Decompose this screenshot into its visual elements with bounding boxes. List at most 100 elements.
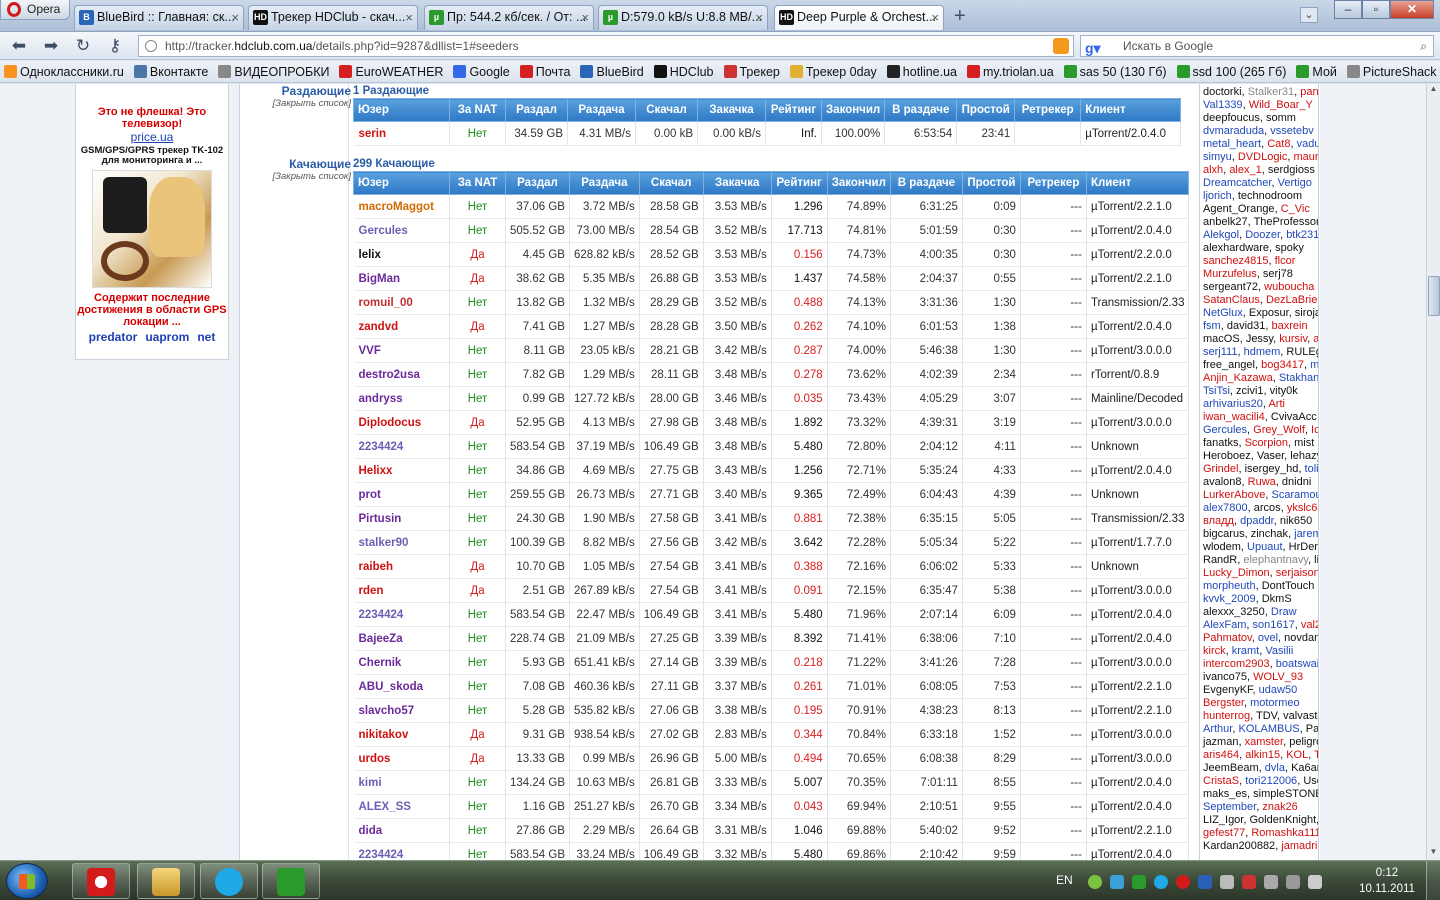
online-user-link[interactable]: arhivarius20 [1203,398,1263,410]
online-user-link[interactable]: znak26 [1262,801,1297,813]
online-user-link[interactable]: jazman [1203,736,1238,748]
online-user-link[interactable]: kvvk_2009 [1203,593,1256,605]
seeders-close-link[interactable]: [Закрыть список] [249,98,351,109]
bookmark-item[interactable]: Трекер 0day [789,65,877,79]
tab-close-icon[interactable]: × [231,6,239,29]
tab-utorrent-2[interactable]: µ D:579.0 kB/s U:8.8 MB/... × [598,5,768,30]
online-user-link[interactable]: владд [1203,515,1234,527]
online-user-link[interactable]: zinchak [1251,528,1288,540]
bookmark-item[interactable]: BlueBird [580,65,644,79]
bookmark-item[interactable]: Почта [519,65,570,79]
online-user-link[interactable]: KOLAMBUS [1238,723,1299,735]
online-user-link[interactable]: siroja [1295,307,1318,319]
tab-close-icon[interactable]: × [405,6,413,29]
online-user-link[interactable]: peligro [1289,736,1318,748]
online-user-link[interactable]: mauri2007 [1294,151,1318,163]
key-icon[interactable]: ⚷ [104,35,126,57]
online-user-link[interactable]: Murzufelus [1203,268,1257,280]
column-header[interactable]: Юзер [353,98,450,122]
online-user-link[interactable]: alkin15 [1245,749,1280,761]
bookmark-item[interactable]: Трекер [723,65,780,79]
column-header[interactable]: Простой [961,171,1021,195]
peer-username-link[interactable]: Helixx [353,458,450,483]
peer-username-link[interactable]: urdos [353,746,450,771]
online-user-link[interactable]: spoky [1275,242,1304,254]
online-user-link[interactable]: Gercules [1203,424,1247,436]
online-user-link[interactable]: bigcarus [1203,528,1245,540]
online-user-link[interactable]: CristaS [1203,775,1239,787]
column-header[interactable]: Юзер [353,171,450,195]
page-scrollbar[interactable]: ▲ ▼ [1426,84,1440,860]
opera-menu-button[interactable]: Opera [0,0,70,20]
online-user-link[interactable]: kursiv [1279,333,1307,345]
tray-app-icon[interactable] [1242,875,1256,889]
ad-footer-link[interactable]: uaprom [145,330,189,344]
online-user-link[interactable]: Scorpion [1245,437,1288,449]
bookmark-item[interactable]: HDClub [653,65,714,79]
online-user-link[interactable]: isergey_hd [1245,463,1299,475]
online-user-link[interactable]: kirck [1203,645,1226,657]
online-user-link[interactable]: CvivaAcc [1271,411,1317,423]
online-user-link[interactable]: Jessy [1246,333,1273,345]
online-user-link[interactable]: DkmS [1262,593,1292,605]
online-user-link[interactable]: alxh [1203,164,1223,176]
peer-username-link[interactable]: lelix [353,242,450,267]
online-user-link[interactable]: tori212006 [1245,775,1297,787]
column-header[interactable]: Рейтинг [765,98,822,122]
tray-app-icon[interactable] [1088,875,1102,889]
show-desktop-button[interactable] [1426,861,1440,900]
online-user-link[interactable]: xamster [1245,736,1284,748]
online-user-link[interactable]: RandR [1203,554,1237,566]
tab-bluebird[interactable]: B BlueBird :: Главная: ск... × [74,5,244,30]
online-user-link[interactable]: serdgioss [1268,164,1315,176]
online-user-link[interactable]: Vasilii [1265,645,1293,657]
bookmark-item[interactable]: PictureShack [1346,65,1437,79]
online-user-link[interactable]: Userp [1303,775,1318,787]
tab-close-icon[interactable]: × [755,6,763,29]
scroll-up-icon[interactable]: ▲ [1427,84,1440,97]
bookmark-item[interactable]: sas 50 (130 Гб) [1063,65,1167,79]
peer-username-link[interactable]: 2234424 [353,602,450,627]
bookmark-item[interactable]: ssd 100 (265 Гб) [1176,65,1286,79]
tray-app-icon[interactable] [1220,875,1234,889]
online-user-link[interactable]: mracc [1310,359,1318,371]
forward-icon[interactable]: ➡ [40,35,62,57]
online-user-link[interactable]: son1617 [1253,619,1295,631]
online-user-link[interactable]: C_Vic [1281,203,1310,215]
online-user-link[interactable]: Exposur [1249,307,1289,319]
online-user-link[interactable]: simyu [1203,151,1232,163]
peer-username-link[interactable]: VVF [353,338,450,363]
online-user-link[interactable]: Patrklm [1306,723,1318,735]
bluetooth-icon[interactable] [1198,875,1212,889]
tray-app-icon[interactable] [1110,875,1124,889]
online-user-link[interactable]: udaw50 [1259,684,1298,696]
online-user-link[interactable]: Alekgol [1203,229,1239,241]
online-user-link[interactable]: btk2312 [1286,229,1318,241]
online-user-link[interactable]: EvgenyKF [1203,684,1253,696]
online-user-link[interactable]: bog3417 [1261,359,1304,371]
online-user-link[interactable]: dvla [1265,762,1285,774]
online-user-link[interactable]: metal_heart [1203,138,1261,150]
peer-username-link[interactable]: serin [353,121,450,146]
online-user-link[interactable]: free_angel [1203,359,1255,371]
column-header[interactable]: Скачал [638,171,704,195]
online-user-link[interactable]: val2000 [1301,619,1318,631]
column-header[interactable]: Раздача [567,98,636,122]
online-user-link[interactable]: serj78 [1263,268,1293,280]
online-user-link[interactable]: dnidni [1282,476,1311,488]
online-user-link[interactable]: Dreamcatcher [1203,177,1271,189]
bookmark-item[interactable]: hotline.ua [886,65,957,79]
scroll-down-icon[interactable]: ▼ [1427,847,1440,860]
online-user-link[interactable]: boatswain_jr [1276,658,1318,670]
column-header[interactable]: За NAT [449,171,506,195]
online-user-link[interactable]: KOL [1286,749,1308,761]
online-user-link[interactable]: lehazyb [1290,450,1318,462]
online-user-link[interactable]: TsiTsi [1203,385,1230,397]
online-user-link[interactable]: HrDenis [1289,541,1318,553]
online-user-link[interactable]: Agent_Orange [1203,203,1275,215]
online-user-link[interactable]: serj111 [1203,346,1237,358]
column-header[interactable]: Раздал [505,171,570,195]
online-user-link[interactable]: sanchez4815 [1203,255,1268,267]
tab-deep-purple[interactable]: HD Deep Purple & Orchest... × [774,5,944,30]
column-header[interactable]: Закачка [697,98,766,122]
